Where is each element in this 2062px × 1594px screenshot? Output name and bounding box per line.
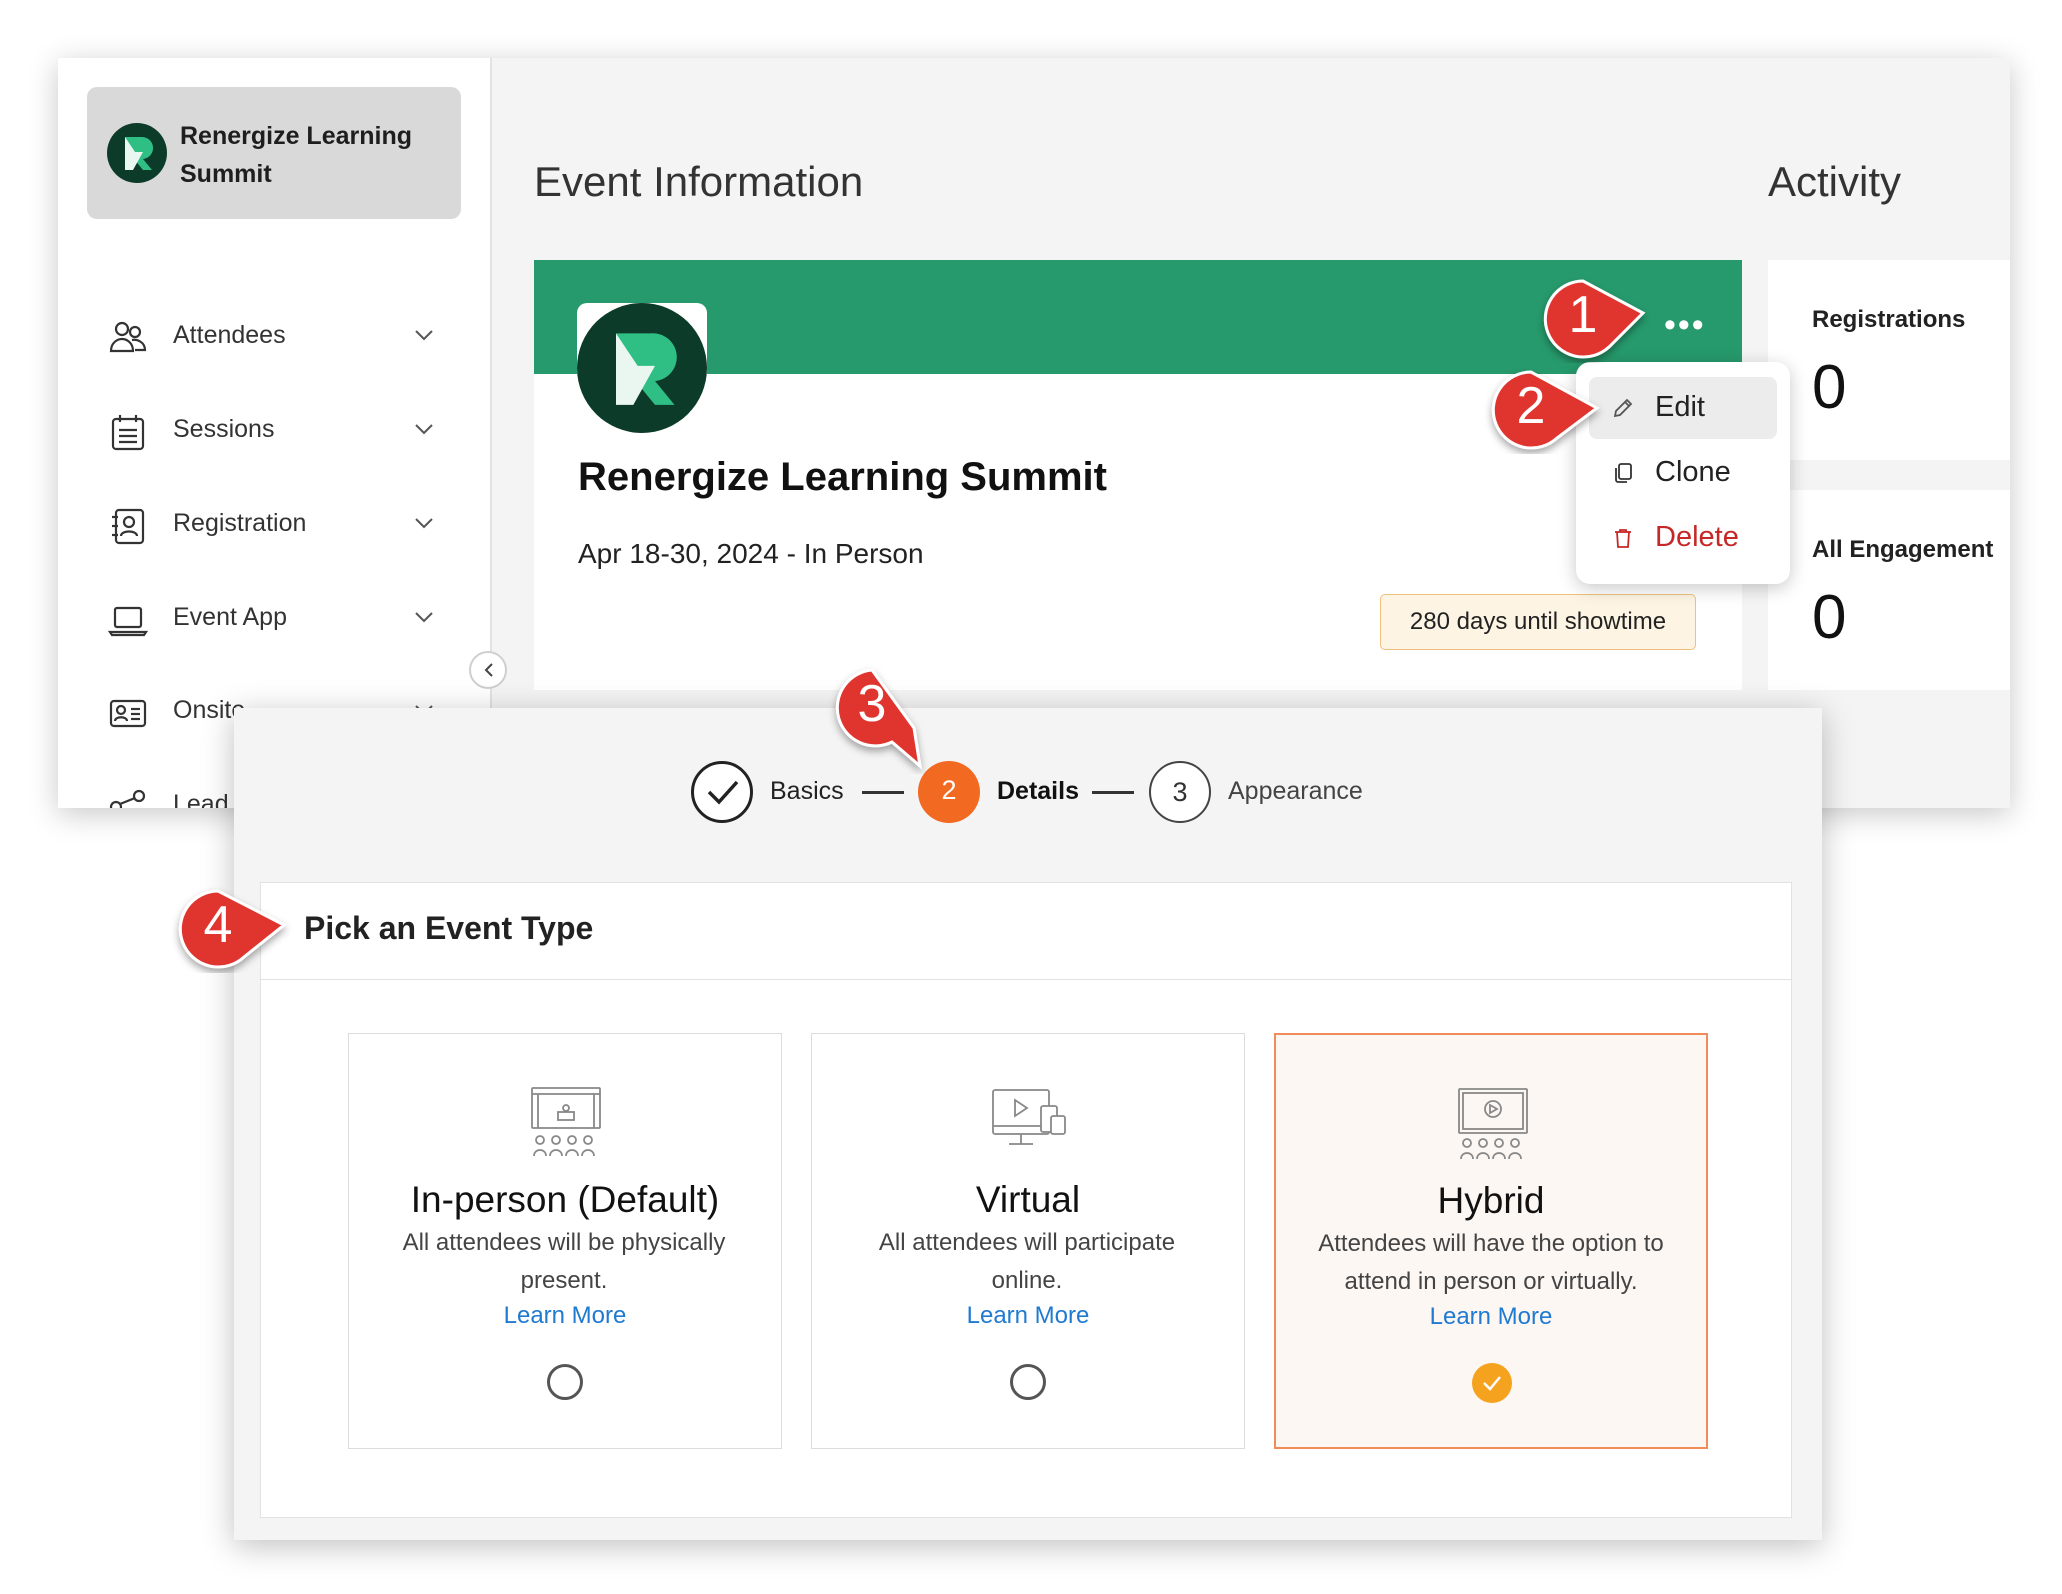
stat-label: Registrations xyxy=(1812,306,1966,333)
event-type-description: Attendees will have the option to attend… xyxy=(1318,1230,1664,1295)
monitor-devices-icon xyxy=(992,1089,1066,1145)
sidebar-item-attendees[interactable]: Attendees xyxy=(108,306,448,366)
event-type-radio[interactable] xyxy=(1010,1364,1046,1400)
menu-item-edit[interactable]: Edit xyxy=(1589,377,1777,439)
event-switcher-name: Renergize Learning Summit xyxy=(180,122,412,188)
event-type-description: All attendees will be physically present… xyxy=(402,1229,726,1294)
share-icon xyxy=(109,789,146,808)
event-type-card-hybrid[interactable]: Hybrid Attendees will have the option to… xyxy=(1274,1033,1708,1449)
checkmark-icon xyxy=(707,780,739,805)
stat-label: All Engagement xyxy=(1812,536,1994,563)
callout-badge-4: 4 xyxy=(170,885,287,973)
step-basics-circle[interactable] xyxy=(691,761,753,823)
badge-card-icon xyxy=(109,699,147,728)
menu-item-label: Edit xyxy=(1655,391,1705,423)
stat-card-all-engagement: All Engagement 0 xyxy=(1768,490,2010,690)
stage-audience-icon xyxy=(531,1087,601,1157)
event-logo-icon xyxy=(107,123,167,183)
sidebar-item-sessions[interactable]: Sessions xyxy=(108,400,448,460)
chevron-down-icon xyxy=(415,518,433,529)
sidebar-item-label: Sessions xyxy=(173,415,275,443)
callout-badge-3: 3 xyxy=(824,664,924,770)
callout-number: 1 xyxy=(1568,286,1598,344)
event-title: Renergize Learning Summit xyxy=(578,455,1107,499)
sidebar-item-registration[interactable]: Registration xyxy=(108,494,448,554)
event-type-name: In-person (Default) xyxy=(410,1179,720,1220)
sidebar-item-label: Attendees xyxy=(173,321,286,349)
callout-badge-2: 2 xyxy=(1483,366,1600,454)
event-switcher[interactable]: Renergize Learning Summit xyxy=(87,87,461,219)
collapse-sidebar-button[interactable] xyxy=(469,651,507,689)
step-connector xyxy=(862,791,904,794)
activity-title: Activity xyxy=(1768,158,1902,205)
sidebar-item-event-app[interactable]: Event App xyxy=(108,588,448,648)
event-type-section: Pick an Event Type In-person (Default) A… xyxy=(260,882,1792,1518)
agenda-icon xyxy=(111,415,145,451)
more-options-icon[interactable]: ••• xyxy=(1664,306,1706,345)
section-header: Pick an Event Type xyxy=(261,883,1791,980)
step-label[interactable]: Basics xyxy=(770,777,844,806)
event-type-card-in-person[interactable]: In-person (Default) All attendees will b… xyxy=(348,1033,782,1449)
sidebar-item-label: Lead xyxy=(173,790,229,808)
stat-value: 0 xyxy=(1812,583,1847,652)
event-type-radio-selected[interactable] xyxy=(1472,1363,1512,1403)
callout-number: 4 xyxy=(203,896,233,954)
event-type-name: Virtual xyxy=(975,1179,1081,1220)
sidebar: Renergize Learning Summit Attendees Sess… xyxy=(58,58,492,808)
event-type-name: Hybrid xyxy=(1437,1180,1545,1221)
clone-icon xyxy=(1615,463,1632,483)
people-icon xyxy=(109,321,147,353)
laptop-icon xyxy=(108,606,148,637)
section-heading: Pick an Event Type xyxy=(304,910,594,946)
menu-item-label: Delete xyxy=(1655,521,1739,553)
event-type-radio[interactable] xyxy=(547,1364,583,1400)
callout-number: 3 xyxy=(857,675,887,733)
chevron-down-icon xyxy=(415,330,433,341)
event-logo-tile xyxy=(577,303,707,433)
sidebar-item-label: Event App xyxy=(173,603,287,631)
step-label[interactable]: Details xyxy=(997,777,1079,806)
learn-more-link[interactable]: Learn More xyxy=(349,1302,781,1330)
menu-item-clone[interactable]: Clone xyxy=(1589,442,1777,504)
countdown-badge: 280 days until showtime xyxy=(1380,594,1696,650)
event-type-card-virtual[interactable]: Virtual All attendees will participate o… xyxy=(811,1033,1245,1449)
contact-book-icon xyxy=(112,508,145,545)
chevron-down-icon xyxy=(415,424,433,435)
pencil-icon xyxy=(1613,398,1633,418)
stat-card-registrations: Registrations 0 xyxy=(1768,260,2010,460)
chevron-left-icon xyxy=(484,663,493,677)
chevron-down-icon xyxy=(415,612,433,623)
event-logo-icon xyxy=(577,303,707,433)
menu-item-delete[interactable]: Delete xyxy=(1589,507,1777,569)
callout-badge-1: 1 xyxy=(1535,275,1646,363)
stat-value: 0 xyxy=(1812,353,1847,422)
checkmark-icon xyxy=(1483,1376,1501,1391)
event-type-description: All attendees will participate online. xyxy=(878,1229,1176,1294)
trash-icon xyxy=(1615,529,1631,548)
event-setup-wizard: Basics 2 Details 3 Appearance Pick an Ev… xyxy=(234,708,1822,1540)
step-connector xyxy=(1092,791,1134,794)
menu-item-label: Clone xyxy=(1655,456,1731,488)
sidebar-item-label: Registration xyxy=(173,509,307,537)
page-title: Event Information xyxy=(534,158,864,205)
screen-audience-icon xyxy=(1458,1088,1528,1160)
event-dates: Apr 18-30, 2024 - In Person xyxy=(578,538,924,569)
step-label[interactable]: Appearance xyxy=(1228,777,1363,806)
step-appearance-circle[interactable]: 3 xyxy=(1149,761,1211,823)
learn-more-link[interactable]: Learn More xyxy=(1276,1303,1706,1331)
learn-more-link[interactable]: Learn More xyxy=(812,1302,1244,1330)
callout-number: 2 xyxy=(1516,377,1546,435)
